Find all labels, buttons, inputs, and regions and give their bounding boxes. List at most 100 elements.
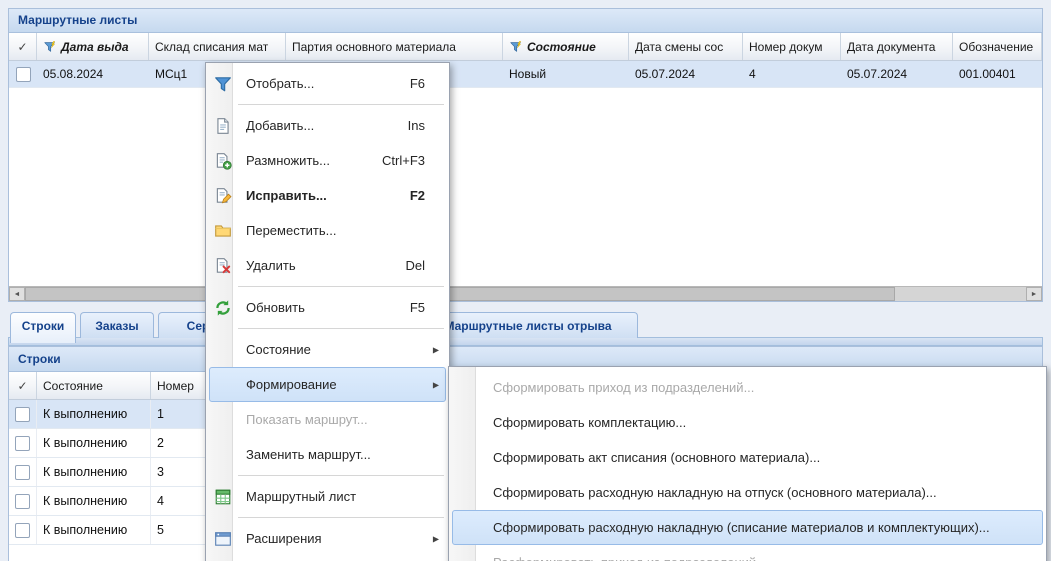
duplicate-document-icon: [214, 152, 232, 170]
column-header-check[interactable]: ✓: [9, 372, 37, 399]
cell-check: [9, 61, 37, 87]
context-menu-item-8[interactable]: ОбновитьF5: [209, 290, 446, 325]
cell-check: [9, 458, 37, 486]
column-header-label: Обозначение: [959, 40, 1033, 54]
column-header-label: Партия основного материала: [292, 40, 456, 54]
scroll-left-arrow-icon[interactable]: [9, 287, 25, 301]
context-menu-item-2[interactable]: Добавить...Ins: [209, 108, 446, 143]
context-menu-item-6[interactable]: УдалитьDel: [209, 248, 446, 283]
column-header-label: Склад списания мат: [155, 40, 268, 54]
menu-item-label: Сформировать приход из подразделений...: [493, 380, 1036, 395]
column-header-label: Номер докум: [749, 40, 822, 54]
cell-designation: 001.00401: [953, 61, 1042, 87]
cell-state: К выполнению: [37, 400, 151, 428]
context-menu-separator: [238, 517, 444, 518]
column-header-state[interactable]: Состояние: [37, 372, 151, 399]
cell-state: Новый: [503, 61, 629, 87]
context-menu-item-10[interactable]: Состояние▶: [209, 332, 446, 367]
column-header-warehouse[interactable]: Склад списания мат: [149, 33, 286, 60]
menu-item-shortcut: F6: [400, 76, 439, 91]
row-checkbox[interactable]: [15, 436, 30, 451]
filter-icon: [214, 75, 232, 93]
menu-item-label: Сформировать акт списания (основного мат…: [493, 450, 1036, 465]
column-header-batch[interactable]: Партия основного материала: [286, 33, 503, 60]
menu-item-label: Заменить маршрут...: [246, 447, 439, 462]
row-checkbox[interactable]: [15, 465, 30, 480]
edit-document-icon: [214, 187, 232, 205]
row-checkbox[interactable]: [15, 494, 30, 509]
column-header-doc-date[interactable]: Дата документа: [841, 33, 953, 60]
app-root: Маршрутные листы ✓Дата выдаСклад списани…: [0, 0, 1051, 561]
column-header-label: ✓: [17, 40, 27, 54]
menu-item-label: Обновить: [246, 300, 400, 315]
submenu-item-3[interactable]: Сформировать расходную накладную на отпу…: [452, 475, 1043, 510]
menu-item-label: Формирование: [246, 377, 439, 392]
lines-panel-title: Строки: [18, 352, 61, 366]
route-sheets-grid-header: ✓ Дата выда Склад списания мат Партия основ…: [9, 33, 1042, 61]
context-menu-item-0[interactable]: Отобрать...F6: [209, 66, 446, 101]
column-header-state-change-date[interactable]: Дата смены сос: [629, 33, 743, 60]
cell-state: К выполнению: [37, 429, 151, 457]
row-checkbox[interactable]: [16, 67, 31, 82]
tab-strip-band: [8, 337, 1043, 346]
column-header-check[interactable]: ✓: [9, 33, 37, 60]
column-header-label: Дата выда: [61, 40, 129, 54]
tab-label: Заказы: [95, 319, 138, 333]
submenu-item-2[interactable]: Сформировать акт списания (основного мат…: [452, 440, 1043, 475]
menu-item-label: Переместить...: [246, 223, 439, 238]
menu-item-label: Показать маршрут...: [246, 412, 439, 427]
cell-check: [9, 429, 37, 457]
context-menu-item-17[interactable]: Расширения▶: [209, 521, 446, 556]
bottom-tab-bar: СтрокиЗаказыСерМаршрутные листы отрыва: [8, 308, 1043, 346]
menu-item-label: Состояние: [246, 342, 439, 357]
column-header-issue-date[interactable]: Дата выда: [37, 33, 149, 60]
context-menu-item-5[interactable]: Переместить...: [209, 213, 446, 248]
context-menu-item-4[interactable]: Исправить...F2: [209, 178, 446, 213]
tab-stroki[interactable]: Строки: [10, 312, 76, 343]
refresh-icon: [214, 299, 232, 317]
submenu-item-5: Расформировать приход из подразделений..…: [452, 545, 1043, 561]
tab-label: Строки: [22, 319, 65, 333]
context-menu-item-11[interactable]: Формирование▶: [209, 367, 446, 402]
column-header-doc-number[interactable]: Номер докум: [743, 33, 841, 60]
context-menu-item-13[interactable]: Заменить маршрут...: [209, 437, 446, 472]
submenu-item-1[interactable]: Сформировать комплектацию...: [452, 405, 1043, 440]
context-menu-item-18[interactable]: Связи▶: [209, 556, 446, 561]
menu-item-label: Отобрать...: [246, 76, 400, 91]
menu-item-label: Размножить...: [246, 153, 372, 168]
cell-check: [9, 400, 37, 428]
column-header-state[interactable]: Состояние: [503, 33, 629, 60]
move-folder-icon: [214, 222, 232, 240]
submenu-item-4[interactable]: Сформировать расходную накладную (списан…: [452, 510, 1043, 545]
menu-item-label: Расширения: [246, 531, 439, 546]
cell-issue-date: 05.08.2024: [37, 61, 149, 87]
horizontal-scrollbar[interactable]: [9, 286, 1042, 301]
tab-zakazy[interactable]: Заказы: [80, 312, 154, 338]
menu-item-shortcut: Ins: [398, 118, 439, 133]
scrollbar-thumb[interactable]: [25, 287, 895, 301]
column-header-label: Дата смены сос: [635, 40, 723, 54]
submenu-arrow-icon: ▶: [433, 380, 439, 389]
column-header-designation[interactable]: Обозначение: [953, 33, 1042, 60]
route-sheets-grid-body: 05.08.2024МСц1Новый05.07.2024405.07.2024…: [9, 61, 1042, 88]
tab-label: Маршрутные листы отрыва: [444, 319, 611, 333]
menu-item-label: Расформировать приход из подразделений..…: [493, 555, 1036, 561]
context-menu-item-15[interactable]: Маршрутный лист: [209, 479, 446, 514]
menu-item-shortcut: F5: [400, 300, 439, 315]
context-menu-item-3[interactable]: Размножить...Ctrl+F3: [209, 143, 446, 178]
cell-state: К выполнению: [37, 487, 151, 515]
formation-submenu: Сформировать приход из подразделений... С…: [448, 366, 1047, 561]
cell-state-change-date: 05.07.2024: [629, 61, 743, 87]
route-sheets-panel: Маршрутные листы ✓Дата выдаСклад списани…: [8, 8, 1043, 302]
table-row[interactable]: 05.08.2024МСц1Новый05.07.2024405.07.2024…: [9, 61, 1042, 88]
scroll-right-arrow-icon[interactable]: [1026, 287, 1042, 301]
menu-item-label: Маршрутный лист: [246, 489, 439, 504]
cell-state: К выполнению: [37, 516, 151, 544]
context-menu-separator: [238, 286, 444, 287]
tab-marshrutnye-listy-otryva[interactable]: Маршрутные листы отрыва: [418, 312, 638, 338]
context-menu-item-12: Показать маршрут...: [209, 402, 446, 437]
menu-item-label: Добавить...: [246, 118, 398, 133]
menu-item-label: Удалить: [246, 258, 395, 273]
row-checkbox[interactable]: [15, 523, 30, 538]
row-checkbox[interactable]: [15, 407, 30, 422]
